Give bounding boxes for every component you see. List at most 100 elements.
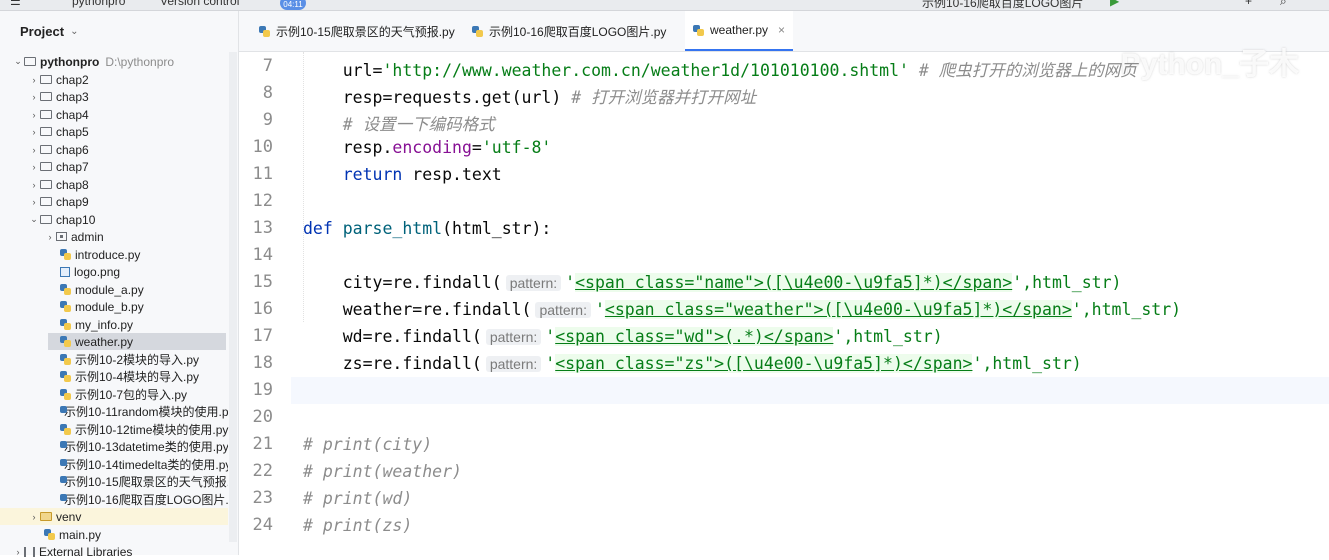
collapse-arrow-icon[interactable]: ›	[28, 110, 40, 120]
code-string: 'utf-8'	[481, 138, 552, 157]
code-line-22: # print(weather)	[303, 462, 462, 481]
tree-item-venv[interactable]: › venv	[0, 508, 228, 525]
code-comment: # print(wd)	[303, 489, 413, 508]
search-icon[interactable]: ⌕	[1280, 0, 1287, 9]
tree-item-example-10-4[interactable]: 示例10-4模块的导入.py	[60, 368, 199, 385]
expand-arrow-icon[interactable]: ⌄	[12, 56, 24, 67]
tab-label: 示例10-15爬取景区的天气预报.py	[276, 24, 455, 39]
tree-item-chap3[interactable]: › chap3	[28, 88, 89, 105]
run-icon[interactable]: ▶	[1110, 0, 1119, 8]
collapse-arrow-icon[interactable]: ›	[28, 75, 40, 85]
tree-item-chap5[interactable]: › chap5	[28, 123, 89, 140]
tree-item-chap4[interactable]: › chap4	[28, 106, 89, 123]
tree-item-label: module_b.py	[75, 299, 144, 314]
tab-example-10-15[interactable]: 示例10-15爬取景区的天气预报.py	[251, 11, 463, 51]
library-icon	[24, 546, 35, 557]
tree-item-chap7[interactable]: › chap7	[28, 158, 89, 175]
tree-root[interactable]: ⌄ pythonpro D:\pythonpro	[12, 53, 174, 70]
collapse-arrow-icon[interactable]: ›	[44, 232, 56, 242]
tree-item-example-10-12[interactable]: 示例10-12time模块的使用.py	[60, 421, 228, 438]
tree-item-chap2[interactable]: › chap2	[28, 71, 89, 88]
code-line-7: url='http://www.weather.com.cn/weather1d…	[303, 57, 1137, 81]
folder-icon	[24, 57, 36, 66]
tree-item-label: my_info.py	[75, 317, 134, 332]
tab-weather[interactable]: weather.py ×	[685, 11, 794, 51]
project-switcher[interactable]: pythonpro	[72, 0, 125, 8]
root-path: D:\pythonpro	[105, 54, 175, 69]
code-regex: <span class="wd">(.*)</span>	[555, 327, 834, 346]
add-icon[interactable]: +	[1245, 0, 1252, 8]
collapse-arrow-icon[interactable]: ›	[28, 512, 40, 522]
close-icon[interactable]: ×	[778, 23, 785, 37]
tab-label: weather.py	[710, 23, 769, 37]
tree-item-example-10-2[interactable]: 示例10-2模块的导入.py	[60, 351, 199, 368]
tree-item-label: 示例10-11random模块的使用.py	[64, 405, 228, 419]
tree-item-label: 示例10-15爬取景区的天气预报.py	[64, 475, 228, 489]
collapse-arrow-icon[interactable]: ›	[28, 197, 40, 207]
tree-item-module-b[interactable]: module_b.py	[60, 298, 144, 315]
tree-item-label: chap4	[56, 107, 89, 122]
run-config-selector[interactable]: 示例10-16爬取百度LOGO图片	[922, 0, 1083, 10]
python-file-icon	[60, 301, 71, 312]
collapse-arrow-icon[interactable]: ›	[28, 162, 40, 172]
code-comment: # 打开浏览器并打开网址	[571, 88, 757, 107]
project-panel-header[interactable]: Project ⌄	[0, 11, 238, 51]
tree-item-introduce[interactable]: introduce.py	[60, 246, 140, 263]
tree-item-weather[interactable]: weather.py	[48, 333, 226, 350]
project-scrollbar[interactable]	[229, 52, 237, 542]
collapse-arrow-icon[interactable]: ›	[28, 127, 40, 137]
tree-item-example-10-11[interactable]: 示例10-11random模块的使用.py	[60, 403, 228, 420]
expand-arrow-icon[interactable]: ⌄	[28, 214, 40, 225]
root-name: pythonpro	[40, 54, 100, 69]
tree-item-example-10-13[interactable]: 示例10-13datetime类的使用.py	[60, 438, 228, 455]
collapse-arrow-icon[interactable]: ›	[28, 145, 40, 155]
code-regex: <span class="name">([\u4e00-\u9fa5]*)</s…	[575, 273, 1013, 292]
watermark: Python_子木	[1120, 48, 1299, 81]
vcs-menu[interactable]: Version control	[160, 0, 239, 8]
code-string: 'http://www.weather.com.cn/weather1d/101…	[382, 61, 909, 80]
line-number: 19	[252, 380, 273, 400]
code-token: weather=re.findall(	[303, 300, 532, 319]
line-number: 15	[252, 272, 273, 292]
collapse-arrow-icon[interactable]: ›	[28, 92, 40, 102]
tree-item-module-a[interactable]: module_a.py	[60, 281, 144, 298]
tree-item-chap6[interactable]: › chap6	[28, 141, 89, 158]
menu-icon[interactable]: ☰	[10, 0, 21, 8]
code-line-8: resp=requests.get(url) # 打开浏览器并打开网址	[303, 84, 756, 108]
tree-item-label: 示例10-16爬取百度LOGO图片.py	[64, 493, 228, 507]
code-string: '	[594, 300, 605, 319]
python-file-icon	[44, 529, 55, 540]
collapse-arrow-icon[interactable]: ›	[12, 547, 24, 557]
tree-item-chap10[interactable]: ⌄ chap10	[28, 211, 95, 228]
tree-item-chap9[interactable]: › chap9	[28, 193, 89, 210]
code-line-17: wd=re.findall(pattern: '<span class="wd">…	[303, 327, 943, 346]
tree-item-label: 示例10-12time模块的使用.py	[75, 423, 229, 437]
folder-icon	[40, 127, 52, 136]
line-number: 18	[252, 353, 273, 373]
python-file-icon	[60, 389, 71, 400]
tree-item-label: 示例10-2模块的导入.py	[75, 353, 200, 367]
code-keyword: return	[303, 165, 413, 184]
tree-item-chap8[interactable]: › chap8	[28, 176, 89, 193]
tree-item-label: main.py	[59, 527, 102, 542]
tree-item-example-10-7[interactable]: 示例10-7包的导入.py	[60, 386, 187, 403]
tree-item-main[interactable]: main.py	[44, 526, 101, 543]
tree-item-my-info[interactable]: my_info.py	[60, 316, 133, 333]
chevron-down-icon[interactable]: ⌄	[70, 26, 78, 37]
tree-item-example-10-16[interactable]: 示例10-16爬取百度LOGO图片.py	[60, 491, 228, 508]
tree-item-admin[interactable]: › admin	[44, 228, 104, 245]
tree-item-label: module_a.py	[75, 282, 144, 297]
tab-example-10-16[interactable]: 示例10-16爬取百度LOGO图片.py	[464, 11, 674, 51]
tree-item-example-10-15[interactable]: 示例10-15爬取景区的天气预报.py	[60, 473, 228, 490]
tree-item-external-libraries[interactable]: › External Libraries	[12, 543, 133, 560]
code-line-10: resp.encoding='utf-8'	[303, 138, 552, 157]
line-number: 12	[252, 191, 273, 211]
line-number: 8	[262, 83, 273, 103]
code-regex: <span class="weather">([\u4e00-\u9fa5]*)…	[604, 300, 1072, 319]
tree-item-example-10-14[interactable]: 示例10-14timedelta类的使用.py	[60, 456, 228, 473]
python-file-icon	[259, 25, 270, 37]
folder-icon	[40, 145, 52, 154]
tree-item-logo[interactable]: logo.png	[60, 263, 120, 280]
tree-item-label: introduce.py	[75, 247, 141, 262]
collapse-arrow-icon[interactable]: ›	[28, 180, 40, 190]
